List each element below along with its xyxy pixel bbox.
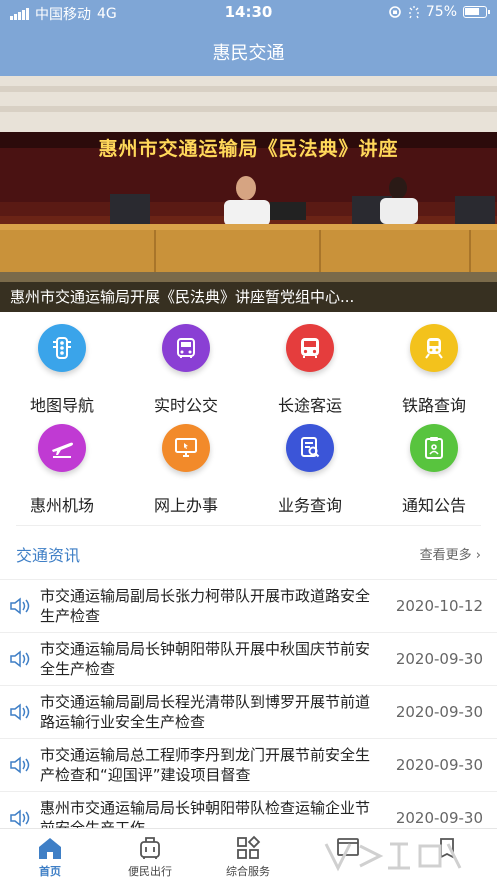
- airplane-icon: [52, 442, 73, 458]
- coach-icon: [301, 338, 319, 358]
- bus-icon: [177, 338, 195, 358]
- status-bar: 中国移动 4G 14:30 75%: [0, 0, 497, 26]
- icon-bg-4: [38, 424, 86, 472]
- service-label: 铁路查询: [401, 396, 466, 415]
- page-title: 惠民交通: [212, 43, 285, 64]
- icon-bg-7: [410, 424, 458, 472]
- service-notice-announcement[interactable]: 通知公告: [372, 424, 496, 516]
- service-label: 长途客运: [277, 396, 342, 415]
- news-item[interactable]: 市交通运输局总工程师李丹到龙门开展节前安全生产检查和“迎国评”建设项目督查 20…: [0, 738, 497, 791]
- section-divider: [16, 525, 481, 526]
- battery-icon: [463, 6, 490, 18]
- notice-icon: [425, 437, 443, 459]
- banner-sign-text: 惠州市交通运输局《民法典》讲座: [98, 138, 399, 160]
- news-date: 2020-09-30: [395, 703, 483, 721]
- speaker-icon: [10, 597, 30, 615]
- news-headline: 市交通运输局副局长张力柯带队开展市政道路安全生产检查: [40, 587, 371, 625]
- icon-bg-6: [286, 424, 334, 472]
- news-item[interactable]: 市交通运输局局长钟朝阳带队开展中秋国庆节前安全生产检查 2020-09-30: [0, 632, 497, 685]
- service-realtime-bus[interactable]: 实时公交: [124, 324, 248, 416]
- service-label: 网上办事: [153, 496, 218, 515]
- tab-label: 便民出行: [128, 865, 172, 878]
- tab-home[interactable]: 首页: [0, 829, 100, 883]
- alarm-icon: [408, 6, 419, 19]
- news-more-label: 查看更多: [419, 548, 472, 563]
- speaker-icon: [10, 703, 30, 721]
- news-list: 市交通运输局副局长张力柯带队开展市政道路安全生产检查 2020-10-12 市交…: [0, 579, 497, 844]
- service-online-affairs[interactable]: 网上办事: [124, 424, 248, 516]
- tab-label: 首页: [39, 865, 61, 878]
- news-headline: 市交通运输局副局长程光清带队到博罗开展节前道路运输行业安全生产检查: [40, 693, 371, 731]
- chevron-right-icon: ›: [475, 548, 481, 563]
- news-date: 2020-09-30: [395, 809, 483, 827]
- news-more-link[interactable]: 查看更多 ›: [420, 544, 481, 563]
- home-icon: [39, 838, 61, 859]
- orientation-lock-icon: [389, 6, 401, 18]
- news-date: 2020-09-30: [395, 650, 483, 668]
- service-map-navigation[interactable]: 地图导航: [0, 324, 124, 416]
- speaker-icon: [10, 650, 30, 668]
- icon-bg-2: [286, 324, 334, 372]
- service-long-distance-coach[interactable]: 长途客运: [248, 324, 372, 416]
- search-document-icon: [301, 437, 320, 458]
- tab-travel[interactable]: 便民出行: [100, 829, 200, 883]
- service-label: 通知公告: [401, 496, 466, 515]
- speaker-icon: [10, 756, 30, 774]
- computer-icon: [175, 438, 197, 457]
- news-headline: 市交通运输局局长钟朝阳带队开展中秋国庆节前安全生产检查: [40, 640, 371, 678]
- service-label: 实时公交: [153, 396, 218, 415]
- news-item[interactable]: 市交通运输局副局长张力柯带队开展市政道路安全生产检查 2020-10-12: [0, 579, 497, 632]
- status-right: 75%: [388, 4, 490, 20]
- icon-bg-3: [410, 324, 458, 372]
- news-date: 2020-10-12: [395, 597, 483, 615]
- apps-icon: [237, 835, 261, 859]
- service-label: 地图导航: [29, 396, 94, 415]
- icon-bg-0: [38, 324, 86, 372]
- train-icon: [425, 338, 443, 359]
- news-date: 2020-09-30: [395, 756, 483, 774]
- battery-label: 75%: [425, 4, 457, 20]
- icon-bg-5: [162, 424, 210, 472]
- watermark-logo: [324, 842, 462, 872]
- traffic-light-icon: [53, 337, 71, 359]
- speaker-icon: [10, 809, 30, 827]
- service-label: 惠州机场: [29, 496, 94, 515]
- icon-bg-1: [162, 324, 210, 372]
- banner-photo: [0, 76, 497, 312]
- news-header: 交通资讯 查看更多 ›: [0, 536, 497, 570]
- service-business-query[interactable]: 业务查询: [248, 424, 372, 516]
- news-headline: 市交通运输局总工程师李丹到龙门开展节前安全生产检查和“迎国评”建设项目督查: [40, 746, 371, 784]
- service-railway-query[interactable]: 铁路查询: [372, 324, 496, 416]
- banner-carousel[interactable]: 惠州市交通运输局《民法典》讲座 惠州市交通运输局开展《民法典》讲座暂党组中心..…: [0, 76, 497, 312]
- service-huizhou-airport[interactable]: 惠州机场: [0, 424, 124, 516]
- tab-label: 综合服务: [226, 865, 270, 878]
- news-section-title: 交通资讯: [16, 546, 81, 565]
- news-item[interactable]: 市交通运输局副局长程光清带队到博罗开展节前道路运输行业安全生产检查 2020-0…: [0, 685, 497, 738]
- service-label: 业务查询: [277, 496, 342, 515]
- tab-services[interactable]: 综合服务: [198, 829, 298, 883]
- banner-caption[interactable]: 惠州市交通运输局开展《民法典》讲座暂党组中心...: [0, 282, 497, 312]
- luggage-icon: [140, 837, 160, 859]
- nav-bar: 惠民交通: [0, 26, 497, 76]
